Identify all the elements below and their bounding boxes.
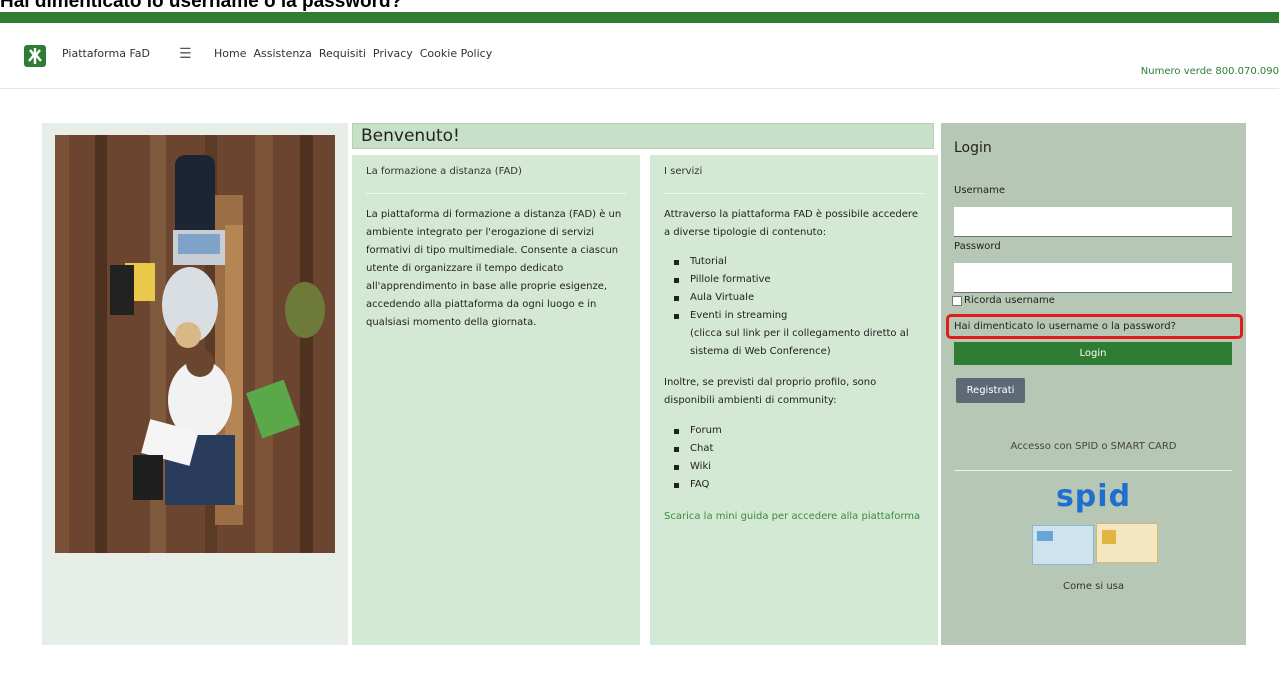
how-to-use-link[interactable]: Come si usa xyxy=(941,581,1246,592)
remember-username[interactable]: Ricorda username xyxy=(952,295,1055,306)
menu-requisiti[interactable]: Requisiti xyxy=(319,47,366,60)
remember-label: Ricorda username xyxy=(964,295,1055,306)
fad-description: La piattaforma di formazione a distanza … xyxy=(366,209,622,328)
password-label: Password xyxy=(954,241,1001,252)
register-button[interactable]: Registrati xyxy=(956,378,1025,403)
fad-column: La formazione a distanza (FAD) La piatta… xyxy=(352,155,640,645)
list-item: Pillole formative xyxy=(670,271,924,289)
services-intro: Attraverso la piattaforma FAD è possibil… xyxy=(664,209,918,238)
mini-guide-link[interactable]: Scarica la mini guida per accedere alla … xyxy=(664,511,920,522)
menu-home[interactable]: Home xyxy=(214,47,246,60)
list-item-streaming: Eventi in streaming xyxy=(670,307,924,325)
students-photo xyxy=(55,135,335,553)
divider xyxy=(664,193,924,194)
community-intro: Inoltre, se previsti dal proprio profilo… xyxy=(664,377,877,406)
smart-card-images[interactable] xyxy=(1032,523,1158,565)
username-input[interactable] xyxy=(954,207,1232,237)
community-list: Forum Chat Wiki FAQ xyxy=(670,422,924,494)
services-list: Tutorial Pillole formative Aula Virtuale… xyxy=(670,253,924,361)
list-item: Forum xyxy=(670,422,924,440)
hamburger-menu-icon[interactable]: ☰ xyxy=(179,46,192,62)
cie-card-icon xyxy=(1032,525,1094,565)
fad-title: La formazione a distanza (FAD) xyxy=(366,166,522,177)
spid-logo-button[interactable]: spid xyxy=(941,479,1246,514)
remember-checkbox[interactable] xyxy=(952,295,962,306)
toll-free-number: Numero verde 800.070.090 xyxy=(1140,66,1279,77)
brand-logo[interactable] xyxy=(24,45,46,67)
image-panel xyxy=(42,123,348,645)
menu-cookie-policy[interactable]: Cookie Policy xyxy=(420,47,492,60)
instruction-caption: Hai dimenticato lo username o la passwor… xyxy=(0,0,403,12)
divider xyxy=(366,193,626,194)
login-button[interactable]: Login xyxy=(954,342,1232,365)
list-item: Wiki xyxy=(670,458,924,476)
logo-icon xyxy=(28,48,42,64)
health-card-icon xyxy=(1096,523,1158,563)
list-item: Aula Virtuale xyxy=(670,289,924,307)
menu-assistenza[interactable]: Assistenza xyxy=(253,47,311,60)
streaming-note: (clicca sul link per il collegamento dir… xyxy=(690,328,909,357)
main-menu: Home Assistenza Requisiti Privacy Cookie… xyxy=(214,47,492,60)
username-label: Username xyxy=(954,185,1005,196)
top-green-bar xyxy=(0,12,1279,23)
list-item: FAQ xyxy=(670,476,924,494)
services-title: I servizi xyxy=(664,166,703,177)
navbar: Piattaforma FaD ☰ Home Assistenza Requis… xyxy=(0,23,1279,89)
welcome-title: Benvenuto! xyxy=(361,126,460,146)
menu-privacy[interactable]: Privacy xyxy=(373,47,413,60)
login-title: Login xyxy=(954,140,992,156)
list-item: Tutorial xyxy=(670,253,924,271)
divider xyxy=(954,470,1232,471)
login-panel: Login Username Password Ricorda username… xyxy=(941,123,1246,645)
list-item: Chat xyxy=(670,440,924,458)
services-column: I servizi Attraverso la piattaforma FAD … xyxy=(650,155,938,645)
brand-name[interactable]: Piattaforma FaD xyxy=(62,47,150,60)
welcome-header: Benvenuto! xyxy=(352,123,934,149)
spid-access-label: Accesso con SPID o SMART CARD xyxy=(1010,441,1177,452)
red-highlight-box xyxy=(946,314,1243,339)
password-input[interactable] xyxy=(954,263,1232,293)
